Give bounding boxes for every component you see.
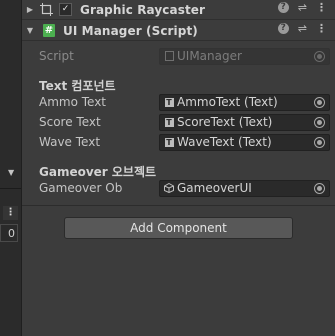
presets-icon[interactable]: ⇌ (298, 23, 307, 34)
inspector-panel: ▶ ✓ Graphic Raycaster ? ⇌ ⋮ ▼ # UI Manag… (22, 0, 335, 336)
field-row-wave-text: Wave Text T WaveText (Text) (22, 133, 335, 151)
help-icon[interactable]: ? (277, 23, 289, 34)
ammo-text-field[interactable]: T AmmoText (Text) (159, 93, 330, 111)
component-header-graphic-raycaster[interactable]: ▶ ✓ Graphic Raycaster ? ⇌ ⋮ (22, 0, 335, 20)
wave-text-field[interactable]: T WaveText (Text) (159, 133, 330, 151)
script-field: UIManager (159, 47, 330, 65)
script-file-icon (164, 51, 174, 61)
script-label: Script (39, 49, 74, 63)
raycaster-icon (39, 3, 53, 17)
section-header-gameover: Gameover 오브젝트 (39, 165, 157, 179)
object-picker-icon[interactable] (314, 96, 325, 108)
text-icon: T (164, 97, 174, 107)
wave-text-value: WaveText (Text) (177, 135, 272, 149)
text-icon: T (164, 117, 174, 127)
score-text-field[interactable]: T ScoreText (Text) (159, 113, 330, 131)
help-icon[interactable]: ? (277, 2, 289, 13)
kebab-menu-icon[interactable]: ⋮ (316, 2, 327, 13)
ammo-text-value: AmmoText (Text) (177, 95, 278, 109)
script-icon: # (43, 24, 55, 37)
field-row-gameover-ob: Gameover Ob GameoverUI (22, 179, 335, 197)
field-row-ammo-text: Ammo Text T AmmoText (Text) (22, 93, 335, 111)
component-enabled-checkbox[interactable]: ✓ (59, 3, 72, 16)
text-icon: T (164, 137, 174, 147)
object-picker-icon (314, 50, 325, 62)
collapse-triangle-icon[interactable]: ▼ (8, 168, 14, 177)
gameover-ob-value: GameoverUI (177, 181, 252, 195)
script-value: UIManager (177, 49, 242, 63)
gameover-ob-label: Gameover Ob (39, 181, 123, 195)
foldout-right-icon[interactable]: ▶ (24, 5, 36, 14)
script-row: Script UIManager (22, 47, 335, 65)
left-panel-strip: ▼ ⋮ 0 (0, 0, 22, 336)
component-title: UI Manager (Script) (63, 23, 198, 38)
ammo-text-label: Ammo Text (39, 95, 107, 109)
component-header-ui-manager[interactable]: ▼ # UI Manager (Script) ? ⇌ ⋮ (22, 21, 335, 41)
score-text-label: Score Text (39, 115, 101, 129)
kebab-menu-icon[interactable]: ⋮ (316, 23, 327, 34)
add-component-button[interactable]: Add Component (64, 217, 293, 239)
left-value-field[interactable]: 0 (0, 224, 18, 242)
kebab-menu-icon[interactable]: ⋮ (3, 206, 18, 220)
component-divider (22, 205, 335, 206)
object-picker-icon[interactable] (314, 116, 325, 128)
field-row-score-text: Score Text T ScoreText (Text) (22, 113, 335, 131)
score-text-value: ScoreText (Text) (177, 115, 273, 129)
foldout-down-icon[interactable]: ▼ (24, 26, 36, 35)
presets-icon[interactable]: ⇌ (298, 2, 307, 13)
gameobject-icon (164, 183, 174, 193)
gameover-ob-field[interactable]: GameoverUI (159, 179, 330, 197)
wave-text-label: Wave Text (39, 135, 101, 149)
left-divider (0, 188, 21, 189)
object-picker-icon[interactable] (314, 136, 325, 148)
section-header-text: Text 컴포넌트 (39, 79, 116, 93)
object-picker-icon[interactable] (314, 182, 325, 194)
component-title: Graphic Raycaster (80, 2, 206, 17)
